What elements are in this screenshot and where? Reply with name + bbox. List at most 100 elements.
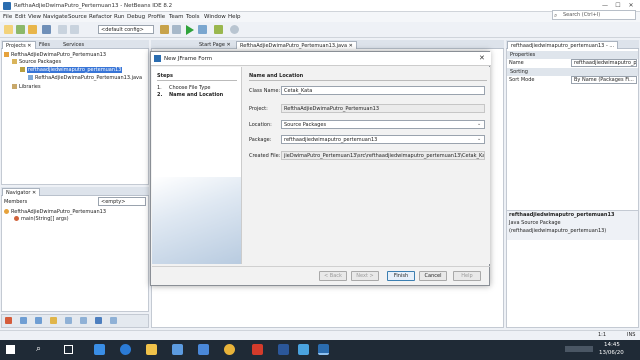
- project-label: Project:: [249, 106, 268, 112]
- dialog-title: New JFrame Form: [164, 56, 213, 62]
- maximize-button[interactable]: ☐: [613, 2, 623, 10]
- prop-name-value[interactable]: refthaadjiedwimaputro_pertemuan13: [571, 59, 637, 67]
- tree-package-selected[interactable]: refthaadjiedwimaputro_pertemuan13: [20, 67, 123, 74]
- next-button[interactable]: Next >: [351, 271, 379, 281]
- run-icon[interactable]: [186, 25, 194, 35]
- word-icon[interactable]: [278, 344, 289, 355]
- menu-window[interactable]: Window: [204, 14, 226, 20]
- button-divider: [152, 266, 490, 267]
- tree-libraries[interactable]: Libraries: [12, 84, 41, 91]
- members-select[interactable]: <empty>: [98, 197, 146, 206]
- caret-position: 1:1: [598, 332, 607, 338]
- tree-project-root[interactable]: RefthaAdjieDwimaPutro_Pertemuan13: [4, 52, 106, 59]
- tab-projects[interactable]: Projects ✕: [2, 41, 36, 49]
- redo-icon[interactable]: [70, 25, 79, 34]
- menu-view[interactable]: View: [28, 14, 41, 20]
- back-button[interactable]: < Back: [319, 271, 347, 281]
- tab-services[interactable]: Services: [60, 41, 87, 49]
- location-select[interactable]: Source Packages: [281, 120, 485, 129]
- search-taskbar-icon[interactable]: ⌕: [36, 344, 41, 354]
- java-file-icon: [28, 75, 33, 80]
- chrome-icon[interactable]: [224, 344, 235, 355]
- navigator-root-label: RefthaAdjieDwimaPutro_Pertemuan13: [11, 209, 107, 215]
- menu-team[interactable]: Team: [169, 14, 184, 20]
- dialog-app-icon: [154, 55, 161, 62]
- finish-button[interactable]: Finish: [387, 271, 415, 281]
- windows-start-icon[interactable]: [6, 345, 15, 354]
- explorer-icon[interactable]: [94, 344, 105, 355]
- new-file-icon[interactable]: [4, 25, 13, 34]
- debug-icon[interactable]: [198, 25, 207, 34]
- tab-navigator[interactable]: Navigator ✕: [2, 188, 41, 196]
- netbeans-taskbar-icon[interactable]: [318, 344, 329, 355]
- tree-source-packages[interactable]: Source Packages: [12, 59, 61, 66]
- package-label: Package:: [249, 137, 272, 143]
- app-icon-7[interactable]: [252, 344, 263, 355]
- new-project-icon[interactable]: [16, 25, 25, 34]
- filter-icon-3[interactable]: [35, 317, 42, 324]
- dialog-close-icon[interactable]: ✕: [479, 54, 485, 62]
- filter-icon-5[interactable]: [65, 317, 72, 324]
- menu-file[interactable]: File: [3, 14, 12, 20]
- prop-sort-key: Sort Mode: [509, 77, 535, 83]
- properties-section: Properties: [507, 51, 638, 59]
- navigator-root[interactable]: RefthaAdjieDwimaPutro_Pertemuan13: [4, 209, 106, 216]
- menu-navigate[interactable]: Navigate: [43, 14, 68, 20]
- package-combo[interactable]: refthaadjiedwimaputro_pertemuan13: [281, 135, 485, 144]
- cancel-button[interactable]: Cancel: [419, 271, 447, 281]
- task-view-icon[interactable]: [64, 345, 73, 354]
- filter-icon-1[interactable]: [5, 317, 12, 324]
- tab-start-page[interactable]: Start Page ✕: [196, 41, 234, 49]
- clean-build-icon[interactable]: [172, 25, 181, 34]
- gc-icon[interactable]: [230, 25, 239, 34]
- java-file-label: RefthaAdjieDwimaPutro_Pertemuan13.java: [35, 75, 143, 81]
- insert-mode: INS: [627, 332, 636, 338]
- profile-icon[interactable]: [214, 25, 223, 34]
- undo-icon[interactable]: [58, 25, 67, 34]
- menu-profile[interactable]: Profile: [148, 14, 165, 20]
- class-name-input[interactable]: Cetak_Kata: [281, 86, 485, 95]
- menu-tools[interactable]: Tools: [186, 14, 200, 20]
- tree-java-file[interactable]: RefthaAdjieDwimaPutro_Pertemuan13.java: [28, 75, 142, 82]
- search-input[interactable]: Search (Ctrl+I): [552, 10, 636, 20]
- filter-icon-6[interactable]: [80, 317, 87, 324]
- mail-icon[interactable]: [198, 344, 209, 355]
- menu-help[interactable]: Help: [228, 14, 241, 20]
- app-icon-9[interactable]: [298, 344, 309, 355]
- file-explorer-icon[interactable]: [146, 344, 157, 355]
- config-select[interactable]: <default config>: [98, 25, 154, 34]
- project-root-label: RefthaAdjieDwimaPutro_Pertemuan13: [11, 52, 107, 58]
- step-2-label: Name and Location: [169, 92, 224, 98]
- class-name-label: Class Name:: [249, 88, 281, 94]
- filter-icon-4[interactable]: [50, 317, 57, 324]
- menu-run[interactable]: Run: [114, 14, 125, 20]
- menu-source[interactable]: Source: [68, 14, 87, 20]
- tab-java-file[interactable]: RefthaAdjieDwimaPutro_Pertemuan13.java ✕: [236, 41, 357, 49]
- method-icon: [14, 216, 19, 221]
- steps-divider: [157, 80, 237, 81]
- save-all-icon[interactable]: [42, 25, 51, 34]
- minimize-button[interactable]: —: [600, 2, 610, 10]
- filter-icon-7[interactable]: [95, 317, 102, 324]
- open-project-icon[interactable]: [28, 25, 37, 34]
- help-button[interactable]: Help: [453, 271, 481, 281]
- tab-files[interactable]: Files: [36, 41, 53, 49]
- menu-debug[interactable]: Debug: [127, 14, 145, 20]
- taskbar-date: 13/06/20: [599, 350, 624, 356]
- build-icon[interactable]: [160, 25, 169, 34]
- menu-refactor[interactable]: Refactor: [89, 14, 112, 20]
- store-icon[interactable]: [172, 344, 183, 355]
- steps-heading: Steps: [157, 73, 173, 79]
- filter-icon-8[interactable]: [110, 317, 117, 324]
- libraries-icon: [12, 84, 17, 89]
- navigator-method[interactable]: main(String[] args): [14, 216, 69, 223]
- tray-icons[interactable]: [565, 346, 593, 352]
- menu-edit[interactable]: Edit: [15, 14, 26, 20]
- edge-icon[interactable]: [120, 344, 131, 355]
- filter-icon-2[interactable]: [20, 317, 27, 324]
- desc-line1: Java Source Package: [509, 220, 561, 226]
- search-icon: ⌕: [554, 12, 558, 19]
- prop-sort-value[interactable]: By Name (Packages Fi...: [571, 76, 637, 84]
- steps-decoration: [152, 177, 241, 264]
- close-button[interactable]: ✕: [626, 2, 636, 10]
